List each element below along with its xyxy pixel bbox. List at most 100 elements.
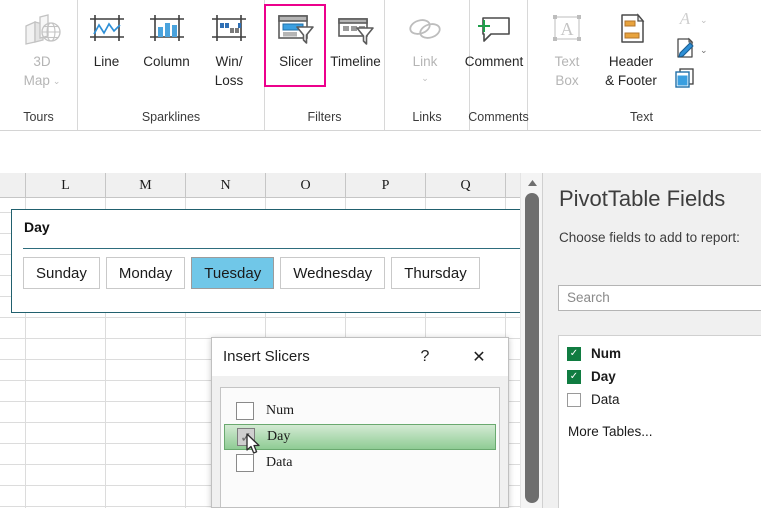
dialog-row-day[interactable]: Day (224, 424, 496, 450)
ribbon-button-label2: Loss (212, 71, 247, 90)
scrollbar-thumb[interactable] (525, 193, 539, 503)
pivot-field-label-day: Day (591, 369, 616, 384)
ribbon-button-link[interactable]: Link ⌄ (395, 0, 455, 98)
dialog-label-data: Data (266, 455, 292, 471)
ribbon-group-tours: 3D Map ⌄ (0, 0, 78, 104)
ribbon-button-label2: & Footer (602, 71, 660, 90)
column-header-Q[interactable]: Q (426, 173, 506, 198)
ribbon-button-label: Comment (462, 52, 527, 71)
ribbon-small-button-wordart[interactable]: A ⌄ (674, 6, 708, 34)
chevron-down-icon[interactable]: ⌄ (700, 15, 708, 25)
group-label-filters: Filters (265, 104, 385, 130)
dialog-row-data[interactable]: Data (224, 450, 496, 476)
ribbon-button-label: 3D (30, 52, 53, 71)
ribbon-button-win-loss-sparkline[interactable]: Win/ Loss (198, 0, 260, 98)
ribbon-button-3d-map[interactable]: 3D Map ⌄ (12, 0, 72, 98)
ribbon-group-filters: Slicer Timeline (265, 0, 385, 104)
text-box-icon: A (547, 6, 587, 52)
ribbon-button-line-sparkline[interactable]: Line (78, 0, 135, 98)
pivot-field-list: Num Day Data More Tables... (558, 335, 761, 508)
slicer-icon (275, 6, 317, 52)
ribbon-small-button-signature-line[interactable]: ⌄ (674, 36, 708, 64)
vertical-scrollbar[interactable] (520, 173, 542, 508)
mouse-cursor (246, 433, 262, 455)
pivot-field-row-data[interactable]: Data (559, 388, 761, 411)
pivot-panel-subtitle: Choose fields to add to report: (559, 230, 740, 245)
timeline-icon (335, 6, 377, 52)
pivot-field-row-day[interactable]: Day (559, 365, 761, 388)
group-label-comments: Comments (470, 104, 528, 130)
ribbon-button-label: Header (606, 52, 656, 71)
excel-window: 3D Map ⌄ (0, 0, 761, 508)
ribbon: 3D Map ⌄ (0, 0, 761, 131)
slicer-item-thursday[interactable]: Thursday (391, 257, 480, 289)
pivot-panel-title: PivotTable Fields (559, 186, 725, 212)
pivottable-fields-panel: PivotTable Fields Choose fields to add t… (542, 173, 761, 508)
dialog-title-bar[interactable]: Insert Slicers ? ✕ (212, 338, 508, 376)
pivot-field-label-num: Num (591, 346, 621, 361)
checkbox-icon-num[interactable] (567, 347, 581, 361)
column-header-corner[interactable] (0, 173, 26, 198)
column-header-L[interactable]: L (26, 173, 106, 198)
insert-slicers-dialog: Insert Slicers ? ✕ Num Day Data (211, 337, 509, 508)
pivot-field-label-data: Data (591, 392, 620, 407)
checkbox-icon-num[interactable] (236, 402, 254, 420)
link-icon (405, 6, 445, 52)
column-chart-icon (147, 6, 187, 52)
pivot-field-row-num[interactable]: Num (559, 342, 761, 365)
ribbon-button-slicer[interactable]: Slicer (265, 0, 327, 98)
help-icon[interactable]: ? (412, 346, 438, 368)
slicer-object[interactable]: Day Sunday Monday Tuesday Wednesday Thur… (11, 209, 530, 313)
column-header-O[interactable]: O (266, 173, 346, 198)
group-label-sparklines: Sparklines (78, 104, 265, 130)
close-icon[interactable]: ✕ (466, 346, 492, 368)
ribbon-button-label: Line (91, 52, 123, 71)
chevron-down-icon[interactable]: ⌄ (700, 45, 708, 55)
checkbox-icon-data[interactable] (567, 393, 581, 407)
ribbon-button-label2: Box (552, 71, 581, 90)
ribbon-button-label: Timeline (327, 52, 384, 71)
ribbon-button-label: Column (140, 52, 193, 71)
dialog-label-num: Num (266, 403, 294, 419)
ribbon-button-label: Win/ (213, 52, 246, 71)
ribbon-group-text: A Text Box Header (528, 0, 755, 104)
ribbon-button-label: Text (552, 52, 583, 71)
ribbon-button-text-box[interactable]: A Text Box (542, 0, 592, 98)
object-icon (674, 67, 696, 94)
column-header-N[interactable]: N (186, 173, 266, 198)
checkbox-icon-data[interactable] (236, 454, 254, 472)
ribbon-small-button-object[interactable] (674, 66, 696, 94)
slicer-item-monday[interactable]: Monday (106, 257, 185, 289)
ribbon-button-timeline[interactable]: Timeline (327, 0, 384, 98)
slicer-item-sunday[interactable]: Sunday (23, 257, 100, 289)
checkbox-icon-day[interactable] (567, 370, 581, 384)
ribbon-button-label2: Map ⌄ (21, 71, 64, 90)
dialog-row-num[interactable]: Num (224, 398, 496, 424)
chevron-down-icon[interactable]: ⌄ (421, 73, 429, 83)
group-label-text: Text (528, 104, 755, 130)
column-header-P[interactable]: P (346, 173, 426, 198)
slicer-item-tuesday[interactable]: Tuesday (191, 257, 274, 289)
ribbon-button-column-sparkline[interactable]: Column (135, 0, 198, 98)
more-tables-link[interactable]: More Tables... (568, 424, 653, 439)
ribbon-group-comments: Comment (470, 0, 528, 104)
chevron-down-icon[interactable]: ⌄ (53, 76, 61, 86)
slicer-header-title: Day (24, 219, 50, 235)
ribbon-button-comment[interactable]: Comment (465, 0, 523, 98)
ribbon-button-header-footer[interactable]: Header & Footer (592, 0, 670, 98)
scroll-up-arrow-icon[interactable] (524, 175, 540, 191)
column-header-M[interactable]: M (106, 173, 186, 198)
pivot-search-input[interactable]: Search (558, 285, 761, 311)
dialog-title: Insert Slicers (223, 348, 310, 365)
wordart-icon: A (674, 8, 696, 33)
dialog-label-day: Day (267, 429, 290, 445)
group-label-tours: Tours (0, 104, 78, 130)
header-footer-icon (611, 6, 651, 52)
column-header-row: L M N O P Q (0, 173, 542, 198)
3d-map-icon (21, 6, 63, 52)
worksheet-gap-strip (0, 131, 761, 173)
group-label-links: Links (385, 104, 470, 130)
line-chart-icon (87, 6, 127, 52)
ribbon-group-label-row: Tours Sparklines Filters Links Comments … (0, 104, 761, 130)
slicer-item-wednesday[interactable]: Wednesday (280, 257, 385, 289)
